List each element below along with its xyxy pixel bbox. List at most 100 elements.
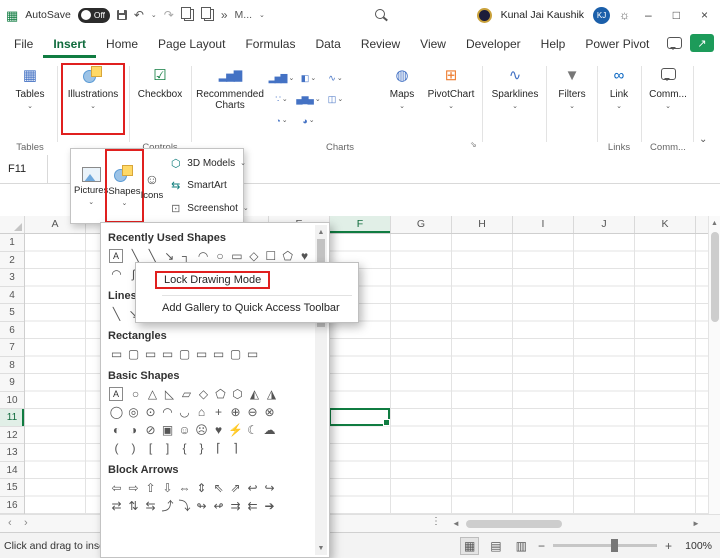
more-menu-chevron-icon[interactable]: ⌄ bbox=[259, 12, 265, 19]
shape-item[interactable]: ⚡ bbox=[227, 422, 244, 438]
row-header-6[interactable]: 6 bbox=[0, 322, 24, 340]
row-header-9[interactable]: 9 bbox=[0, 374, 24, 392]
quick-access-overflow-icon[interactable]: » bbox=[221, 9, 228, 21]
pictures-button[interactable]: Pictures ⌄ bbox=[74, 152, 108, 220]
shape-item[interactable]: ▢ bbox=[125, 346, 142, 362]
shape-item[interactable]: ◯ bbox=[108, 404, 125, 420]
tab-review[interactable]: Review bbox=[351, 30, 410, 58]
shape-item[interactable]: ⤵ bbox=[176, 498, 193, 514]
chart-type-button[interactable]: ◫⌄ bbox=[322, 94, 349, 105]
column-header-I[interactable]: I bbox=[513, 216, 574, 233]
row-header-13[interactable]: 13 bbox=[0, 444, 24, 462]
scroll-left-icon[interactable]: ◄ bbox=[452, 519, 460, 528]
tab-power-pivot[interactable]: Power Pivot bbox=[575, 30, 659, 58]
menu-item-lock-drawing-mode[interactable]: Lock Drawing Mode bbox=[136, 267, 358, 293]
charts-dialog-launcher-icon[interactable]: ⇘ bbox=[470, 140, 477, 149]
shape-item[interactable]: ⇦ bbox=[108, 480, 125, 496]
view-normal-button[interactable]: ▦ bbox=[460, 537, 479, 555]
filters-button[interactable]: ▼ Filters ⌄ bbox=[550, 66, 594, 132]
shape-item[interactable]: ◠ bbox=[108, 266, 125, 282]
tab-formulas[interactable]: Formulas bbox=[235, 30, 305, 58]
shape-item[interactable]: A bbox=[109, 249, 123, 263]
scroll-right-icon[interactable]: ► bbox=[692, 519, 700, 528]
shape-item[interactable]: ↪ bbox=[261, 480, 278, 496]
shape-item[interactable]: ▭ bbox=[210, 346, 227, 362]
shape-item[interactable]: ☾ bbox=[244, 422, 261, 438]
avatar[interactable]: KJ bbox=[593, 7, 610, 24]
view-page-break-button[interactable]: ▥ bbox=[513, 538, 530, 554]
shape-item[interactable]: ) bbox=[125, 440, 142, 456]
checkbox-button[interactable]: ☑ Checkbox bbox=[134, 66, 186, 132]
row-header-4[interactable]: 4 bbox=[0, 287, 24, 305]
shape-item[interactable]: ◮ bbox=[263, 386, 280, 402]
scroll-up-icon[interactable]: ▲ bbox=[318, 229, 325, 236]
shape-item[interactable]: ◡ bbox=[176, 404, 193, 420]
shape-item[interactable]: ◑ bbox=[125, 422, 142, 438]
shape-item[interactable]: ▢ bbox=[227, 346, 244, 362]
shape-item[interactable]: ☺ bbox=[176, 422, 193, 438]
collapse-ribbon-icon[interactable]: ⌄ bbox=[699, 134, 707, 145]
shape-item[interactable]: ○ bbox=[127, 386, 144, 402]
shapes-button[interactable]: Shapes ⌄ bbox=[108, 152, 140, 220]
shape-item[interactable]: ⇆ bbox=[142, 498, 159, 514]
shape-item[interactable]: ▢ bbox=[176, 346, 193, 362]
shape-item[interactable]: ⇗ bbox=[227, 480, 244, 496]
shape-item[interactable]: ▭ bbox=[244, 346, 261, 362]
chart-type-button[interactable]: ◔⌄ bbox=[268, 116, 295, 126]
horizontal-scroll-thumb[interactable] bbox=[466, 520, 562, 528]
shape-item[interactable]: ⇖ bbox=[210, 480, 227, 496]
row-header-3[interactable]: 3 bbox=[0, 269, 24, 287]
chart-type-button[interactable]: ◧⌄ bbox=[295, 73, 322, 84]
maximize-button[interactable]: □ bbox=[667, 8, 686, 22]
shape-item[interactable]: ⬡ bbox=[229, 386, 246, 402]
tab-data[interactable]: Data bbox=[305, 30, 350, 58]
shape-item[interactable]: ⇨ bbox=[125, 480, 142, 496]
tab-view[interactable]: View bbox=[410, 30, 456, 58]
column-header-H[interactable]: H bbox=[452, 216, 513, 233]
maps-button[interactable]: ◍ Maps ⌄ bbox=[382, 66, 422, 132]
shape-item[interactable]: ☁ bbox=[261, 422, 278, 438]
chart-type-button[interactable]: ▄▆▄⌄ bbox=[295, 94, 322, 105]
shape-item[interactable]: ⤴ bbox=[159, 498, 176, 514]
zoom-slider[interactable] bbox=[553, 544, 657, 547]
user-name[interactable]: Kunal Jai Kaushik bbox=[501, 9, 584, 21]
row-header-16[interactable]: 16 bbox=[0, 497, 24, 515]
shape-item[interactable]: ⊕ bbox=[227, 404, 244, 420]
shape-item[interactable]: ↩ bbox=[244, 480, 261, 496]
shape-item[interactable]: ⇔ bbox=[176, 480, 193, 496]
row-header-12[interactable]: 12 bbox=[0, 427, 24, 445]
tab-insert[interactable]: Insert bbox=[43, 30, 96, 58]
pivotchart-button[interactable]: ⊞ PivotChart ⌄ bbox=[424, 66, 478, 132]
zoom-in-button[interactable]: + bbox=[665, 539, 672, 553]
shape-item[interactable]: ⊘ bbox=[142, 422, 159, 438]
selected-cell[interactable] bbox=[329, 408, 390, 426]
autosave-toggle[interactable]: Off bbox=[78, 8, 110, 23]
shape-item[interactable]: ⌈ bbox=[210, 440, 227, 456]
row-header-2[interactable]: 2 bbox=[0, 252, 24, 270]
row-header-8[interactable]: 8 bbox=[0, 357, 24, 375]
tab-file[interactable]: File bbox=[4, 30, 43, 58]
sheet-prev-icon[interactable]: ‹ bbox=[8, 517, 12, 529]
sheet-next-icon[interactable]: › bbox=[24, 517, 28, 529]
shape-item[interactable]: ( bbox=[108, 440, 125, 456]
view-page-layout-button[interactable]: ▤ bbox=[487, 538, 504, 554]
chart-type-button[interactable]: ∿⌄ bbox=[322, 73, 349, 84]
shape-item[interactable]: ⇉ bbox=[227, 498, 244, 514]
row-header-15[interactable]: 15 bbox=[0, 479, 24, 497]
row-header-11[interactable]: 11 bbox=[0, 409, 24, 427]
select-all-button[interactable] bbox=[0, 216, 25, 233]
shape-item[interactable]: ◇ bbox=[195, 386, 212, 402]
shape-item[interactable]: ] bbox=[159, 440, 176, 456]
shape-item[interactable]: ▣ bbox=[159, 422, 176, 438]
shape-item[interactable]: ⇅ bbox=[125, 498, 142, 514]
screenshot-item[interactable]: ⊡ Screenshot ⌄ bbox=[169, 202, 248, 215]
column-header-K[interactable]: K bbox=[635, 216, 696, 233]
shape-item[interactable]: A bbox=[109, 387, 123, 401]
tab-help[interactable]: Help bbox=[531, 30, 576, 58]
scroll-up-icon[interactable]: ▲ bbox=[711, 220, 718, 227]
shape-item[interactable]: ▭ bbox=[142, 346, 159, 362]
chart-type-button[interactable]: ▂▅▇⌄ bbox=[268, 73, 295, 84]
search-icon[interactable] bbox=[375, 9, 385, 19]
row-header-14[interactable]: 14 bbox=[0, 462, 24, 480]
shape-item[interactable]: ◠ bbox=[159, 404, 176, 420]
